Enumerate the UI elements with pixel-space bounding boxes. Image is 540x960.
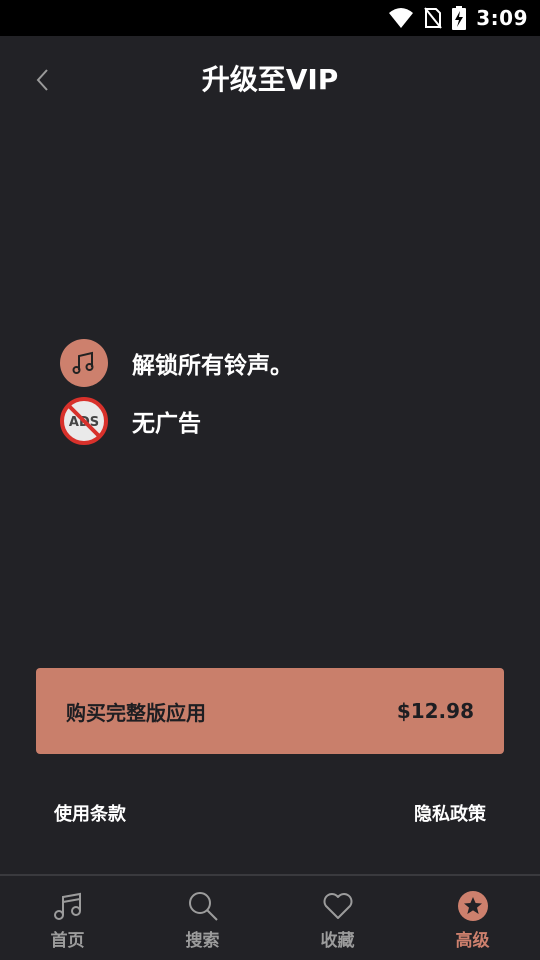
buy-label: 购买完整版应用 bbox=[66, 700, 206, 725]
feature-no-ads: ADS 无广告 bbox=[60, 392, 500, 450]
nav-label: 收藏 bbox=[320, 931, 355, 951]
music-note-icon bbox=[60, 339, 108, 387]
legal-links: 使用条款 隐私政策 bbox=[54, 800, 486, 826]
status-time: 3:09 bbox=[476, 6, 528, 30]
feature-unlock-ringtones: 解锁所有铃声。 bbox=[60, 334, 500, 392]
status-bar: 3:09 bbox=[0, 0, 540, 36]
heart-icon bbox=[322, 890, 354, 922]
privacy-policy-link[interactable]: 隐私政策 bbox=[414, 800, 486, 826]
no-ads-icon: ADS bbox=[60, 397, 108, 445]
nav-item-premium[interactable]: 高级 bbox=[405, 876, 540, 960]
music-note-icon bbox=[52, 890, 84, 922]
search-icon bbox=[187, 890, 219, 922]
terms-of-use-link[interactable]: 使用条款 bbox=[54, 800, 126, 826]
buy-full-version-button[interactable]: 购买完整版应用 $12.98 bbox=[36, 668, 504, 754]
no-sim-icon bbox=[424, 7, 443, 29]
bottom-nav: 首页 搜索 收藏 高级 bbox=[0, 874, 540, 960]
nav-item-favorites[interactable]: 收藏 bbox=[270, 876, 405, 960]
battery-charging-icon bbox=[452, 6, 467, 30]
nav-label: 高级 bbox=[455, 931, 490, 951]
nav-item-home[interactable]: 首页 bbox=[0, 876, 135, 960]
wifi-icon bbox=[388, 7, 414, 29]
status-icons: 3:09 bbox=[388, 0, 528, 36]
header: 升级至VIP bbox=[0, 36, 540, 122]
feature-list: 解锁所有铃声。 ADS 无广告 bbox=[60, 334, 500, 450]
buy-price: $12.98 bbox=[396, 699, 474, 723]
feature-label: 解锁所有铃声。 bbox=[132, 353, 293, 379]
nav-label: 首页 bbox=[50, 931, 85, 951]
page-title: 升级至VIP bbox=[201, 63, 339, 96]
nav-item-search[interactable]: 搜索 bbox=[135, 876, 270, 960]
star-badge-icon bbox=[457, 890, 489, 922]
feature-label: 无广告 bbox=[132, 411, 201, 437]
nav-label: 搜索 bbox=[185, 931, 220, 951]
